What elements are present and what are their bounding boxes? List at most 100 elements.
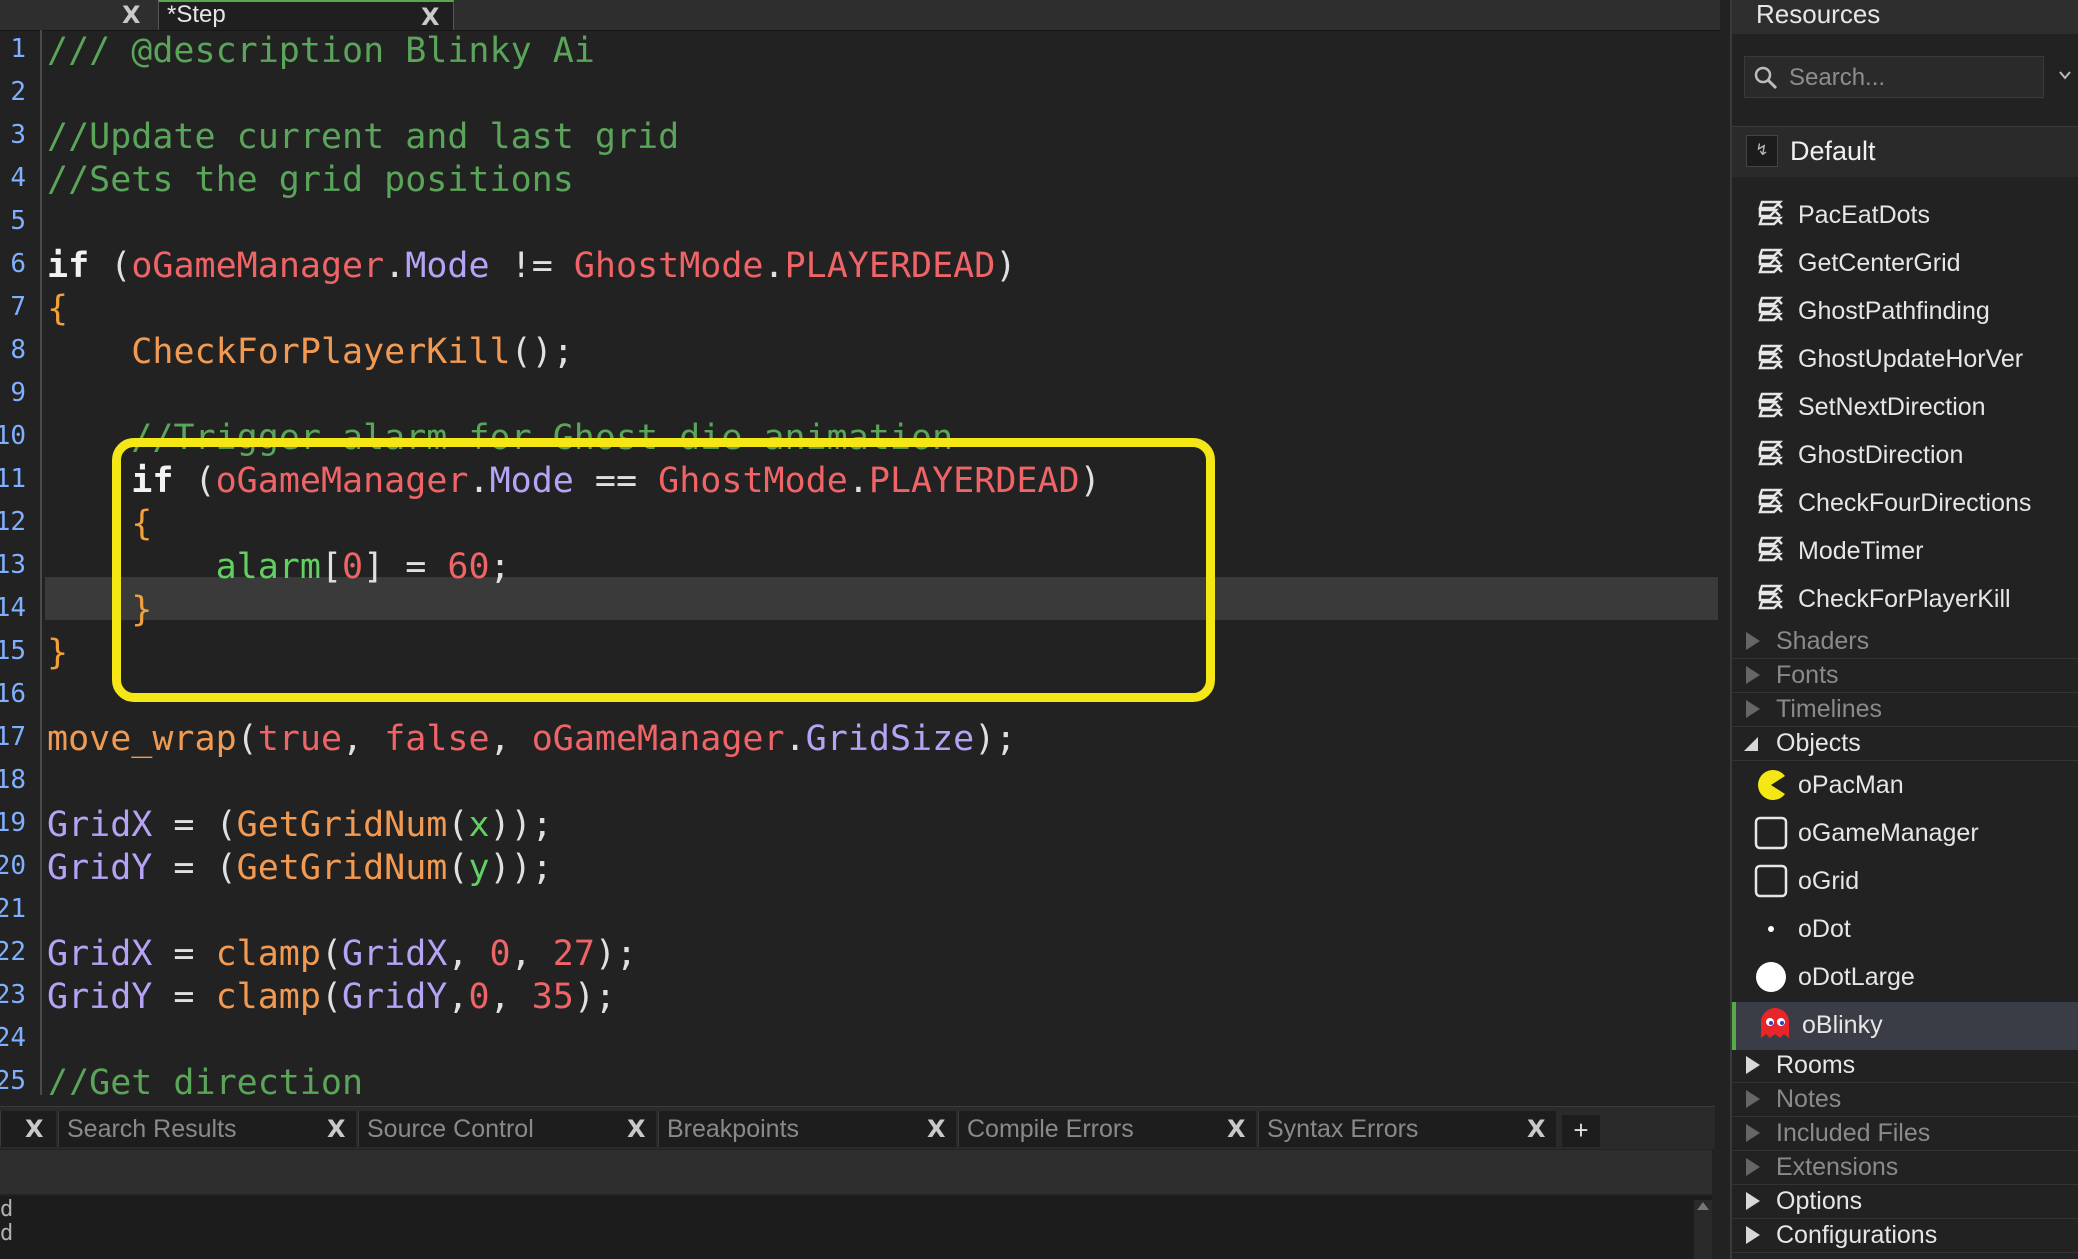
pacman-sprite-icon: [1754, 768, 1788, 802]
tab-search-results[interactable]: Search Results X: [58, 1111, 356, 1147]
script-icon: [1754, 198, 1788, 232]
folder-options[interactable]: Options: [1732, 1184, 2078, 1219]
code-object: oGameManager: [531, 719, 785, 759]
folder-extensions[interactable]: Extensions: [1732, 1150, 2078, 1185]
resource-script-item[interactable]: GetCenterGrid: [1732, 240, 2078, 288]
script-icon: [1754, 438, 1788, 472]
tab-label: Syntax Errors: [1267, 1115, 1419, 1143]
resource-item-label: oGameManager: [1798, 819, 1979, 847]
add-tab-button[interactable]: +: [1562, 1115, 1600, 1147]
resource-script-item[interactable]: GhostUpdateHorVer: [1732, 336, 2078, 384]
code-line-1: /// @description Blinky Ai: [47, 30, 595, 73]
folder-notes[interactable]: Notes: [1732, 1082, 2078, 1117]
code-builtin-variable: x: [468, 805, 490, 845]
resource-script-item[interactable]: SetNextDirection: [1732, 384, 2078, 432]
tab-close-icon[interactable]: X: [927, 1111, 946, 1147]
tab-close-icon[interactable]: X: [25, 1111, 44, 1147]
expand-arrow-icon[interactable]: [1746, 632, 1760, 650]
tab-step-event[interactable]: *Step X: [158, 0, 454, 32]
tab-label: Compile Errors: [967, 1115, 1134, 1143]
tab-close-icon[interactable]: X: [327, 1111, 346, 1147]
tab-close-icon[interactable]: X: [1527, 1111, 1546, 1147]
tab-close-icon[interactable]: X: [627, 1111, 646, 1147]
code-keyword: if: [47, 246, 90, 286]
code-token: ): [995, 246, 1017, 286]
folder-fonts[interactable]: Fonts: [1732, 658, 2078, 693]
resource-item-label: GetCenterGrid: [1798, 249, 1961, 277]
expand-arrow-icon[interactable]: [1746, 1226, 1760, 1244]
collapse-arrow-icon[interactable]: [1744, 737, 1758, 751]
resource-object-item[interactable]: oGrid: [1732, 858, 2078, 906]
code-token: (: [447, 848, 469, 888]
code-variable: GridX: [342, 934, 448, 974]
search-input[interactable]: [1787, 61, 2031, 95]
tab-close-icon[interactable]: X: [1227, 1111, 1246, 1147]
resource-script-item[interactable]: GhostPathfinding: [1732, 288, 2078, 336]
folder-shaders[interactable]: Shaders: [1732, 624, 2078, 659]
resource-object-item[interactable]: oPacMan: [1732, 762, 2078, 810]
editor-tab-bar: X *Step X: [0, 0, 1720, 31]
output-console[interactable]: d d: [0, 1196, 1712, 1259]
folder-rooms[interactable]: Rooms: [1732, 1048, 2078, 1083]
expand-arrow-icon[interactable]: [1746, 1090, 1760, 1108]
code-function: clamp: [215, 934, 321, 974]
large-dot-sprite-icon: [1754, 960, 1788, 994]
tab-label: Breakpoints: [667, 1115, 800, 1143]
code-text-area[interactable]: /// @description Blinky Ai //Update curr…: [0, 30, 1720, 1095]
folder-configurations[interactable]: Configurations: [1732, 1218, 2078, 1253]
expand-arrow-icon[interactable]: [1746, 1192, 1760, 1210]
code-variable: GridX: [47, 934, 153, 974]
resource-search-box[interactable]: [1744, 56, 2044, 98]
script-icon: [1754, 246, 1788, 280]
resource-script-item[interactable]: GhostDirection: [1732, 432, 2078, 480]
resource-script-item[interactable]: CheckForPlayerKill: [1732, 576, 2078, 624]
code-variable: GridY: [47, 977, 153, 1017]
tab-syntax-errors[interactable]: Syntax Errors X: [1258, 1111, 1556, 1147]
code-token: (: [236, 719, 258, 759]
code-token: .: [784, 719, 806, 759]
output-scrollbar[interactable]: [1694, 1200, 1712, 1259]
tab-output[interactable]: X: [0, 1111, 56, 1147]
folder-included-files[interactable]: Included Files: [1732, 1116, 2078, 1151]
output-toolbar: [0, 1150, 1712, 1194]
folder-label: Extensions: [1776, 1153, 1899, 1181]
resource-script-item[interactable]: PacEatDots: [1732, 192, 2078, 240]
resource-object-item[interactable]: oBlinky: [1732, 1002, 2078, 1050]
resource-script-item[interactable]: CheckFourDirections: [1732, 480, 2078, 528]
resource-item-label: GhostPathfinding: [1798, 297, 1990, 325]
code-token: ,: [489, 977, 532, 1017]
resource-object-item[interactable]: oGameManager: [1732, 810, 2078, 858]
expand-arrow-icon[interactable]: [1746, 1124, 1760, 1142]
code-enum: GhostMode: [573, 246, 764, 286]
previous-tab-close-icon[interactable]: X: [122, 0, 141, 30]
code-enum-value: PLAYERDEAD: [784, 246, 996, 286]
code-line-22: GridX = clamp(GridX, 0, 27);: [47, 933, 637, 976]
tab-compile-errors[interactable]: Compile Errors X: [958, 1111, 1256, 1147]
script-icon: [1754, 342, 1788, 376]
code-token: );: [974, 719, 1017, 759]
expand-arrow-icon[interactable]: [1746, 700, 1760, 718]
code-property: Mode: [405, 246, 490, 286]
folder-timelines[interactable]: Timelines: [1732, 692, 2078, 727]
expand-arrow-icon[interactable]: [1746, 666, 1760, 684]
resource-script-item[interactable]: ModeTimer: [1732, 528, 2078, 576]
scroll-up-icon[interactable]: [1697, 1202, 1709, 1210]
code-token: ,: [510, 934, 553, 974]
resource-item-label: CheckFourDirections: [1798, 489, 2032, 517]
code-function: GetGridNum: [236, 848, 448, 888]
search-icon: [1754, 66, 1778, 90]
expand-arrow-icon[interactable]: [1746, 1158, 1760, 1176]
code-token: =: [152, 934, 216, 974]
resource-object-item[interactable]: oDotLarge: [1732, 954, 2078, 1002]
resource-object-item[interactable]: oDot: [1732, 906, 2078, 954]
tab-step-close-icon[interactable]: X: [421, 2, 440, 32]
folder-objects[interactable]: Objects: [1732, 726, 2078, 761]
chevron-down-icon[interactable]: [2058, 68, 2072, 82]
tab-breakpoints[interactable]: Breakpoints X: [658, 1111, 956, 1147]
folder-label: Fonts: [1776, 661, 1839, 689]
expand-arrow-icon[interactable]: [1746, 1056, 1760, 1074]
tab-source-control[interactable]: Source Control X: [358, 1111, 656, 1147]
code-editor-panel[interactable]: X *Step X 1 2 3 4 5 6 7 8 9 10 11 12 13 …: [0, 0, 1720, 1095]
code-property: GridSize: [805, 719, 975, 759]
code-variable: GridX: [47, 805, 153, 845]
